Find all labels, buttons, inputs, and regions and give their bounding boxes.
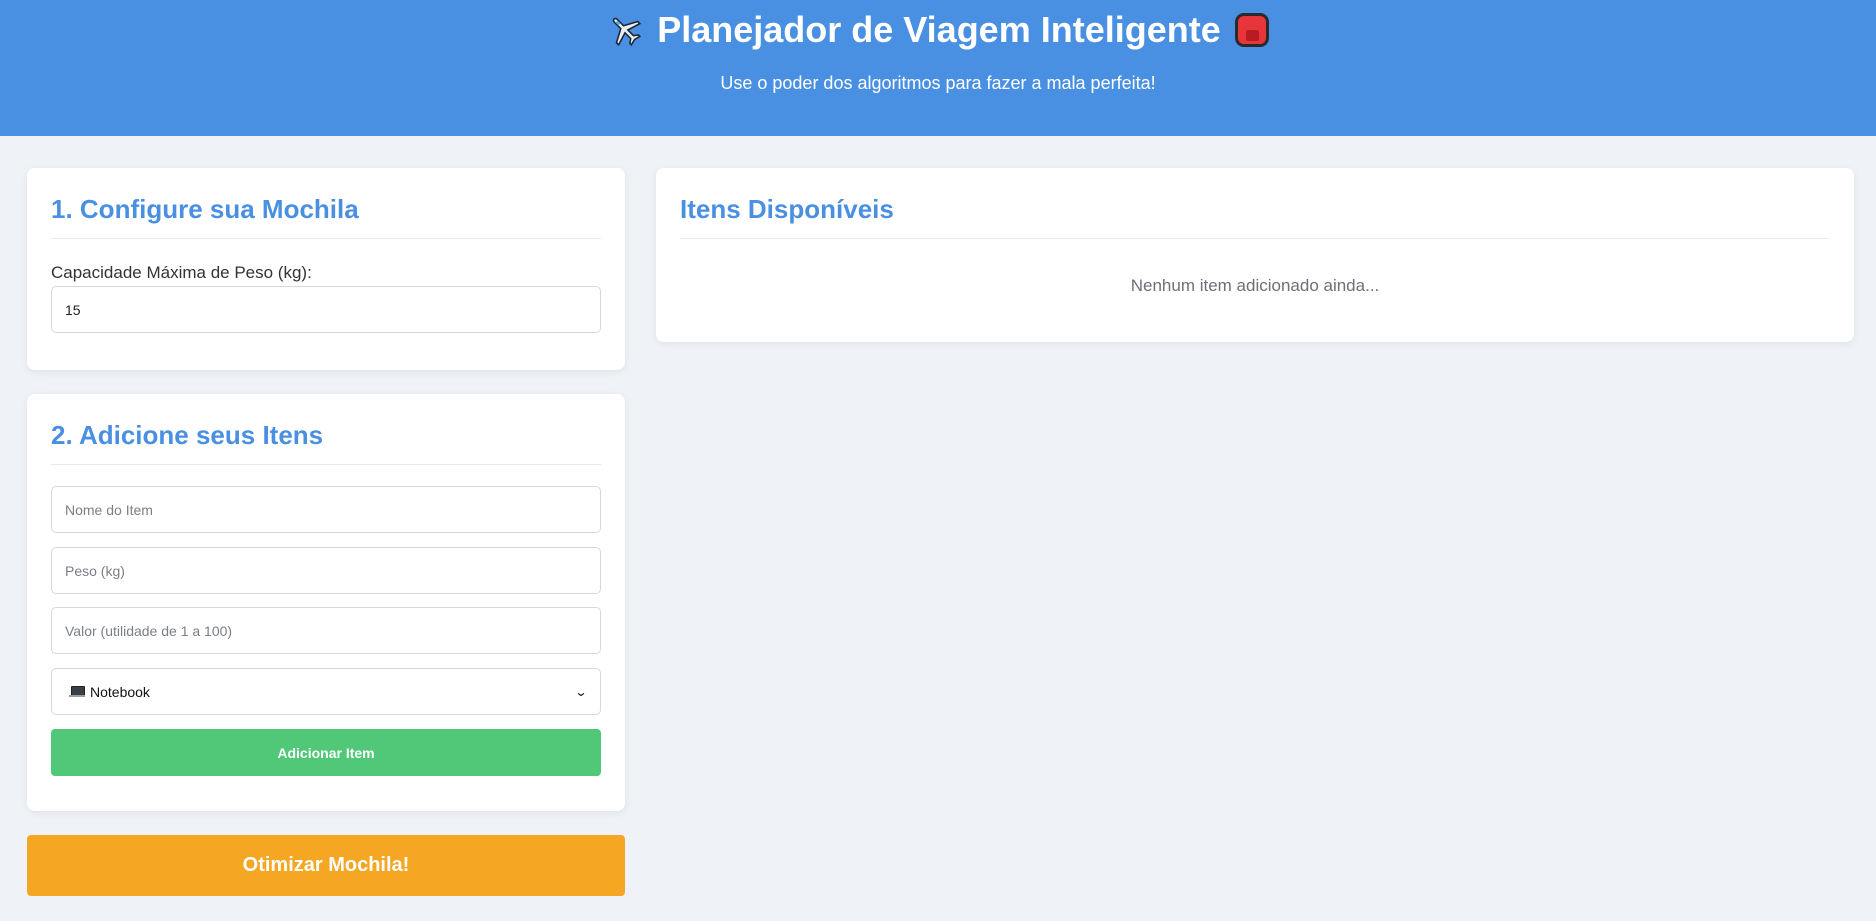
available-items-title: Itens Disponíveis [680,194,894,224]
config-card: 1. Configure sua Mochila Capacidade Máxi… [27,168,625,370]
chevron-down-icon: ⌄ [574,684,588,699]
item-weight-input[interactable] [51,547,601,594]
capacity-input[interactable] [51,286,601,333]
item-value-input[interactable] [51,607,601,654]
app-header: Planejador de Viagem Inteligente Use o p… [0,0,1876,136]
page-title: Planejador de Viagem Inteligente [0,6,1876,54]
item-icon-select-value: Notebook [69,684,576,700]
laptop-icon [69,686,85,697]
capacity-label: Capacidade Máxima de Peso (kg): [51,263,312,282]
item-icon-select[interactable]: Notebook ⌄ [51,668,601,715]
item-icon-select-label: Notebook [90,683,150,700]
empty-items-message: Nenhum item adicionado ainda... [1130,276,1380,295]
backpack-icon [1234,13,1269,47]
add-item-button[interactable]: Adicionar Item [51,729,601,776]
divider [51,464,601,465]
item-name-input[interactable] [51,486,601,533]
add-items-card-title: 2. Adicione seus Itens [51,420,324,450]
add-items-card: 2. Adicione seus Itens Notebook ⌄ Adicio… [27,394,625,811]
divider [680,238,1830,239]
optimize-button[interactable]: Otimizar Mochila! [27,835,625,896]
airplane-icon [607,12,643,48]
available-items-card: Itens Disponíveis Nenhum item adicionado… [656,168,1854,342]
title-text: Planejador de Viagem Inteligente [657,9,1221,50]
divider [51,238,601,239]
config-card-title: 1. Configure sua Mochila [51,194,359,224]
page-subtitle: Use o poder dos algoritmos para fazer a … [720,73,1156,93]
